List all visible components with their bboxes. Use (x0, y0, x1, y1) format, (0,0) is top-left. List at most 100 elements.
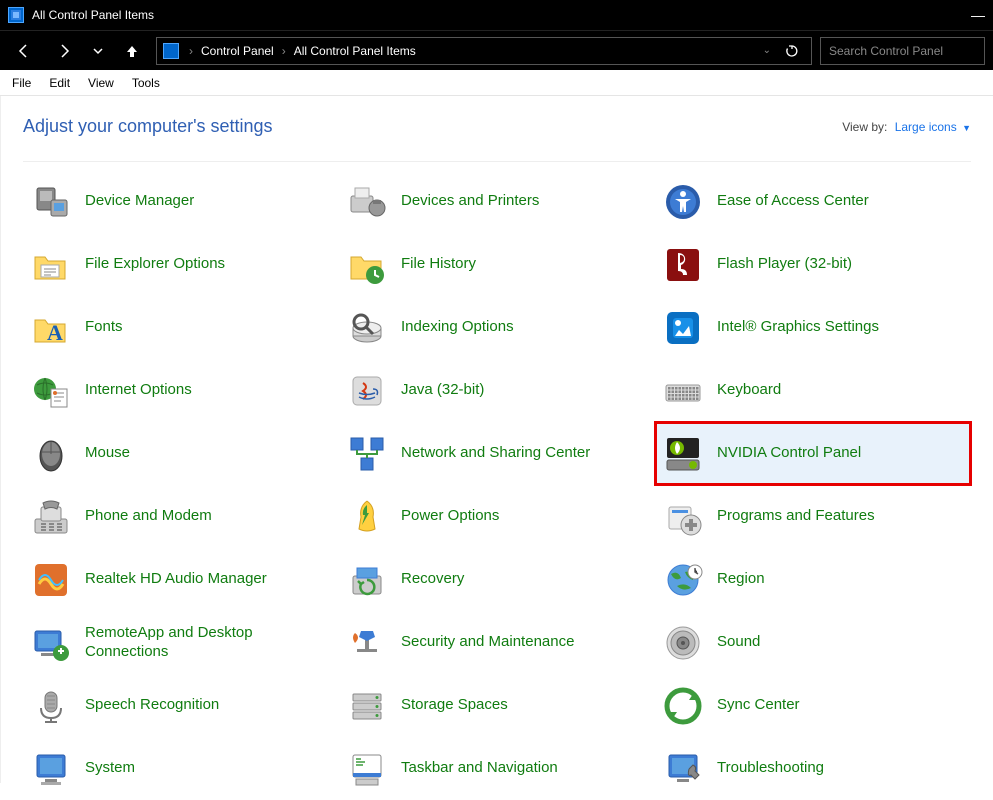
network-icon (345, 432, 389, 476)
menu-view[interactable]: View (80, 73, 122, 93)
cp-item-label: Mouse (85, 444, 130, 463)
cp-item-label: Indexing Options (401, 318, 514, 337)
keyboard-icon (661, 369, 705, 413)
cp-item-nvidia[interactable]: NVIDIA Control Panel (655, 422, 971, 485)
cp-item-file-explorer-options[interactable]: File Explorer Options (23, 233, 339, 296)
cp-item-ease-of-access[interactable]: Ease of Access Center (655, 170, 971, 233)
chevron-right-icon: › (282, 44, 286, 58)
cp-item-keyboard[interactable]: Keyboard (655, 359, 971, 422)
menu-file[interactable]: File (4, 73, 39, 93)
cp-item-file-history[interactable]: File History (339, 233, 655, 296)
breadcrumb-icon (163, 43, 179, 59)
view-by-label: View by: (842, 120, 887, 134)
breadcrumb-item[interactable]: Control Panel (201, 44, 274, 58)
search-input[interactable]: Search Control Panel (820, 37, 985, 65)
speech-icon (29, 684, 73, 728)
cp-item-remoteapp[interactable]: RemoteApp and Desktop Connections (23, 611, 339, 674)
cp-item-intel-graphics[interactable]: Intel® Graphics Settings (655, 296, 971, 359)
items-grid: Device Manager Devices and Printers Ease… (23, 170, 971, 800)
recovery-icon (345, 558, 389, 602)
troubleshoot-icon (661, 747, 705, 791)
cp-item-realtek-audio[interactable]: Realtek HD Audio Manager (23, 548, 339, 611)
indexing-icon (345, 306, 389, 350)
divider (23, 161, 971, 162)
cp-item-sound[interactable]: Sound (655, 611, 971, 674)
cp-item-label: Region (717, 570, 765, 589)
chevron-down-icon: ▼ (962, 123, 971, 133)
cp-item-label: Recovery (401, 570, 464, 589)
cp-item-indexing-options[interactable]: Indexing Options (339, 296, 655, 359)
cp-item-label: Troubleshooting (717, 759, 824, 778)
cp-item-programs-features[interactable]: Programs and Features (655, 485, 971, 548)
sync-icon (661, 684, 705, 728)
cp-item-devices-printers[interactable]: Devices and Printers (339, 170, 655, 233)
sound-icon (661, 621, 705, 665)
back-button[interactable] (8, 35, 40, 67)
cp-item-region[interactable]: Region (655, 548, 971, 611)
cp-item-fonts[interactable]: A Fonts (23, 296, 339, 359)
cp-item-label: RemoteApp and Desktop Connections (85, 624, 333, 662)
cp-item-troubleshooting[interactable]: Troubleshooting (655, 737, 971, 800)
cp-item-label: File History (401, 255, 476, 274)
cp-item-label: Ease of Access Center (717, 192, 869, 211)
menu-tools[interactable]: Tools (124, 73, 168, 93)
cp-item-label: NVIDIA Control Panel (717, 444, 861, 463)
cp-item-label: Network and Sharing Center (401, 444, 590, 463)
phone-icon (29, 495, 73, 539)
cp-item-system[interactable]: System (23, 737, 339, 800)
nvidia-icon (661, 432, 705, 476)
cp-item-security-maintenance[interactable]: Security and Maintenance (339, 611, 655, 674)
cp-item-network-sharing[interactable]: Network and Sharing Center (339, 422, 655, 485)
cp-item-label: Storage Spaces (401, 696, 508, 715)
forward-button[interactable] (48, 35, 80, 67)
system-icon (29, 747, 73, 791)
cp-item-label: Flash Player (32-bit) (717, 255, 852, 274)
cp-item-device-manager[interactable]: Device Manager (23, 170, 339, 233)
breadcrumb[interactable]: › Control Panel › All Control Panel Item… (156, 37, 812, 65)
page-title: Adjust your computer's settings (23, 116, 273, 137)
window-title: All Control Panel Items (32, 8, 971, 22)
security-icon (345, 621, 389, 665)
recent-dropdown[interactable] (88, 35, 108, 67)
cp-item-phone-modem[interactable]: Phone and Modem (23, 485, 339, 548)
content-area: Adjust your computer's settings View by:… (0, 96, 993, 783)
cp-item-label: Speech Recognition (85, 696, 219, 715)
cp-item-label: Power Options (401, 507, 499, 526)
cp-item-storage-spaces[interactable]: Storage Spaces (339, 674, 655, 737)
view-by-selector[interactable]: View by: Large icons ▼ (842, 120, 971, 134)
cp-item-java[interactable]: Java (32-bit) (339, 359, 655, 422)
titlebar: All Control Panel Items — (0, 0, 993, 30)
cp-item-speech-recognition[interactable]: Speech Recognition (23, 674, 339, 737)
flash-icon (661, 243, 705, 287)
refresh-button[interactable] (779, 44, 805, 58)
cp-item-recovery[interactable]: Recovery (339, 548, 655, 611)
menubar: File Edit View Tools (0, 70, 993, 96)
region-icon (661, 558, 705, 602)
storage-icon (345, 684, 389, 728)
cp-item-label: Java (32-bit) (401, 381, 484, 400)
svg-text:A: A (47, 320, 63, 345)
cp-item-label: Phone and Modem (85, 507, 212, 526)
menu-edit[interactable]: Edit (41, 73, 78, 93)
cp-item-sync-center[interactable]: Sync Center (655, 674, 971, 737)
java-icon (345, 369, 389, 413)
cp-item-label: Programs and Features (717, 507, 875, 526)
cp-item-label: System (85, 759, 135, 778)
minimize-button[interactable]: — (971, 7, 985, 23)
cp-item-internet-options[interactable]: Internet Options (23, 359, 339, 422)
cp-item-label: Internet Options (85, 381, 192, 400)
breadcrumb-dropdown[interactable]: ⌄ (763, 45, 771, 56)
up-button[interactable] (116, 35, 148, 67)
cp-item-power-options[interactable]: Power Options (339, 485, 655, 548)
cp-item-taskbar-navigation[interactable]: Taskbar and Navigation (339, 737, 655, 800)
cp-item-label: Sync Center (717, 696, 800, 715)
cp-item-mouse[interactable]: Mouse (23, 422, 339, 485)
view-by-value[interactable]: Large icons (895, 120, 957, 134)
navbar: › Control Panel › All Control Panel Item… (0, 30, 993, 70)
cp-item-flash-player[interactable]: Flash Player (32-bit) (655, 233, 971, 296)
intel-icon (661, 306, 705, 350)
breadcrumb-item[interactable]: All Control Panel Items (294, 44, 416, 58)
device-manager-icon (29, 180, 73, 224)
cp-item-label: Security and Maintenance (401, 633, 574, 652)
folder-options-icon (29, 243, 73, 287)
